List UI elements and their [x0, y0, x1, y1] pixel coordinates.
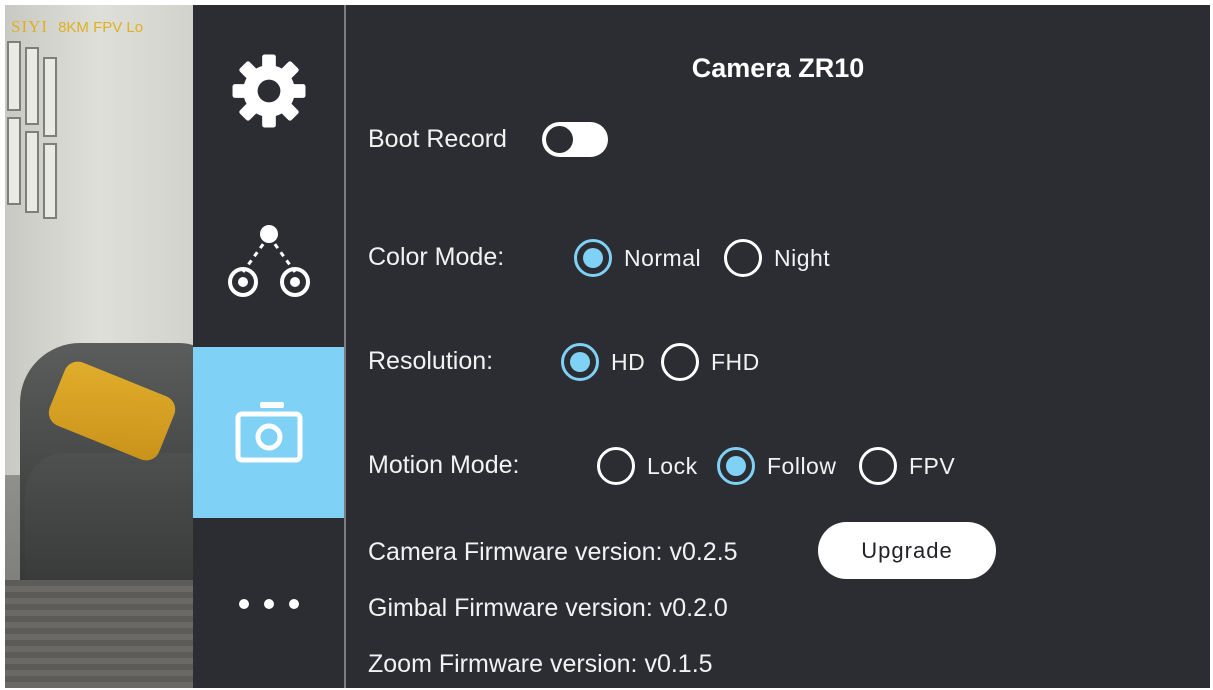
resolution-label: Resolution: — [368, 347, 494, 375]
radio-label: Follow — [767, 452, 837, 479]
settings-nav — [193, 5, 344, 688]
motion-mode-option-fpv[interactable]: FPV — [859, 447, 955, 485]
nav-item-general[interactable] — [193, 5, 344, 176]
upgrade-button[interactable]: Upgrade — [818, 522, 996, 579]
feed-sofa-seat — [25, 453, 193, 583]
radio-button — [717, 447, 755, 485]
nav-item-camera[interactable] — [193, 347, 344, 518]
radio-label: Night — [774, 244, 831, 271]
feed-wall-frame — [25, 131, 39, 213]
camera-feed: SIYI 8KM FPV Lo — [5, 5, 193, 688]
page-title: Camera ZR10 — [691, 53, 865, 83]
motion-mode-option-follow[interactable]: Follow — [717, 447, 836, 485]
feed-wall-frame — [43, 143, 57, 219]
resolution-option-fhd[interactable]: FHD — [661, 343, 760, 381]
radio-button — [597, 447, 635, 485]
nav-item-gimbal[interactable] — [193, 176, 344, 347]
osd-text: 8KM FPV Lo — [58, 19, 144, 36]
radio-button — [859, 447, 897, 485]
more-icon — [238, 598, 299, 609]
gimbal-firmware-version: Gimbal Firmware version: v0.2.0 — [368, 594, 728, 622]
osd-brand: SIYI — [11, 17, 49, 36]
camera-icon — [235, 401, 302, 462]
motion-mode-option-lock[interactable]: Lock — [597, 447, 698, 485]
radio-button — [724, 239, 762, 277]
boot-record-toggle[interactable] — [542, 122, 608, 157]
radio-label: Lock — [647, 452, 698, 479]
radio-button — [574, 239, 612, 277]
feed-wall-frame — [7, 117, 21, 205]
feed-floor — [5, 580, 193, 688]
gimbal-icon — [227, 224, 310, 297]
camera-firmware-version: Camera Firmware version: v0.2.5 — [368, 538, 738, 566]
osd-overlay: SIYI 8KM FPV Lo — [11, 17, 143, 37]
feed-wall-frame — [25, 47, 39, 125]
zoom-firmware-version: Zoom Firmware version: v0.1.5 — [368, 650, 713, 678]
radio-label: FPV — [909, 452, 956, 479]
radio-button — [661, 343, 699, 381]
toggle-knob — [546, 126, 573, 153]
boot-record-label: Boot Record — [368, 125, 507, 153]
gear-icon — [232, 54, 305, 127]
nav-item-more[interactable] — [193, 518, 344, 688]
resolution-option-hd[interactable]: HD — [561, 343, 645, 381]
app-window: SIYI 8KM FPV Lo Camera ZR10 Boot Record … — [5, 5, 1210, 688]
camera-settings-panel: Camera ZR10 Boot Record Color Mode: Norm… — [346, 5, 1210, 688]
motion-mode-label: Motion Mode: — [368, 451, 520, 479]
radio-label: HD — [611, 348, 646, 375]
radio-button — [561, 343, 599, 381]
color-mode-option-normal[interactable]: Normal — [574, 239, 701, 277]
radio-label: FHD — [711, 348, 760, 375]
color-mode-label: Color Mode: — [368, 243, 505, 271]
color-mode-option-night[interactable]: Night — [724, 239, 830, 277]
radio-label: Normal — [624, 244, 702, 271]
feed-wall-frame — [43, 57, 57, 137]
feed-wall-frame — [7, 41, 21, 111]
